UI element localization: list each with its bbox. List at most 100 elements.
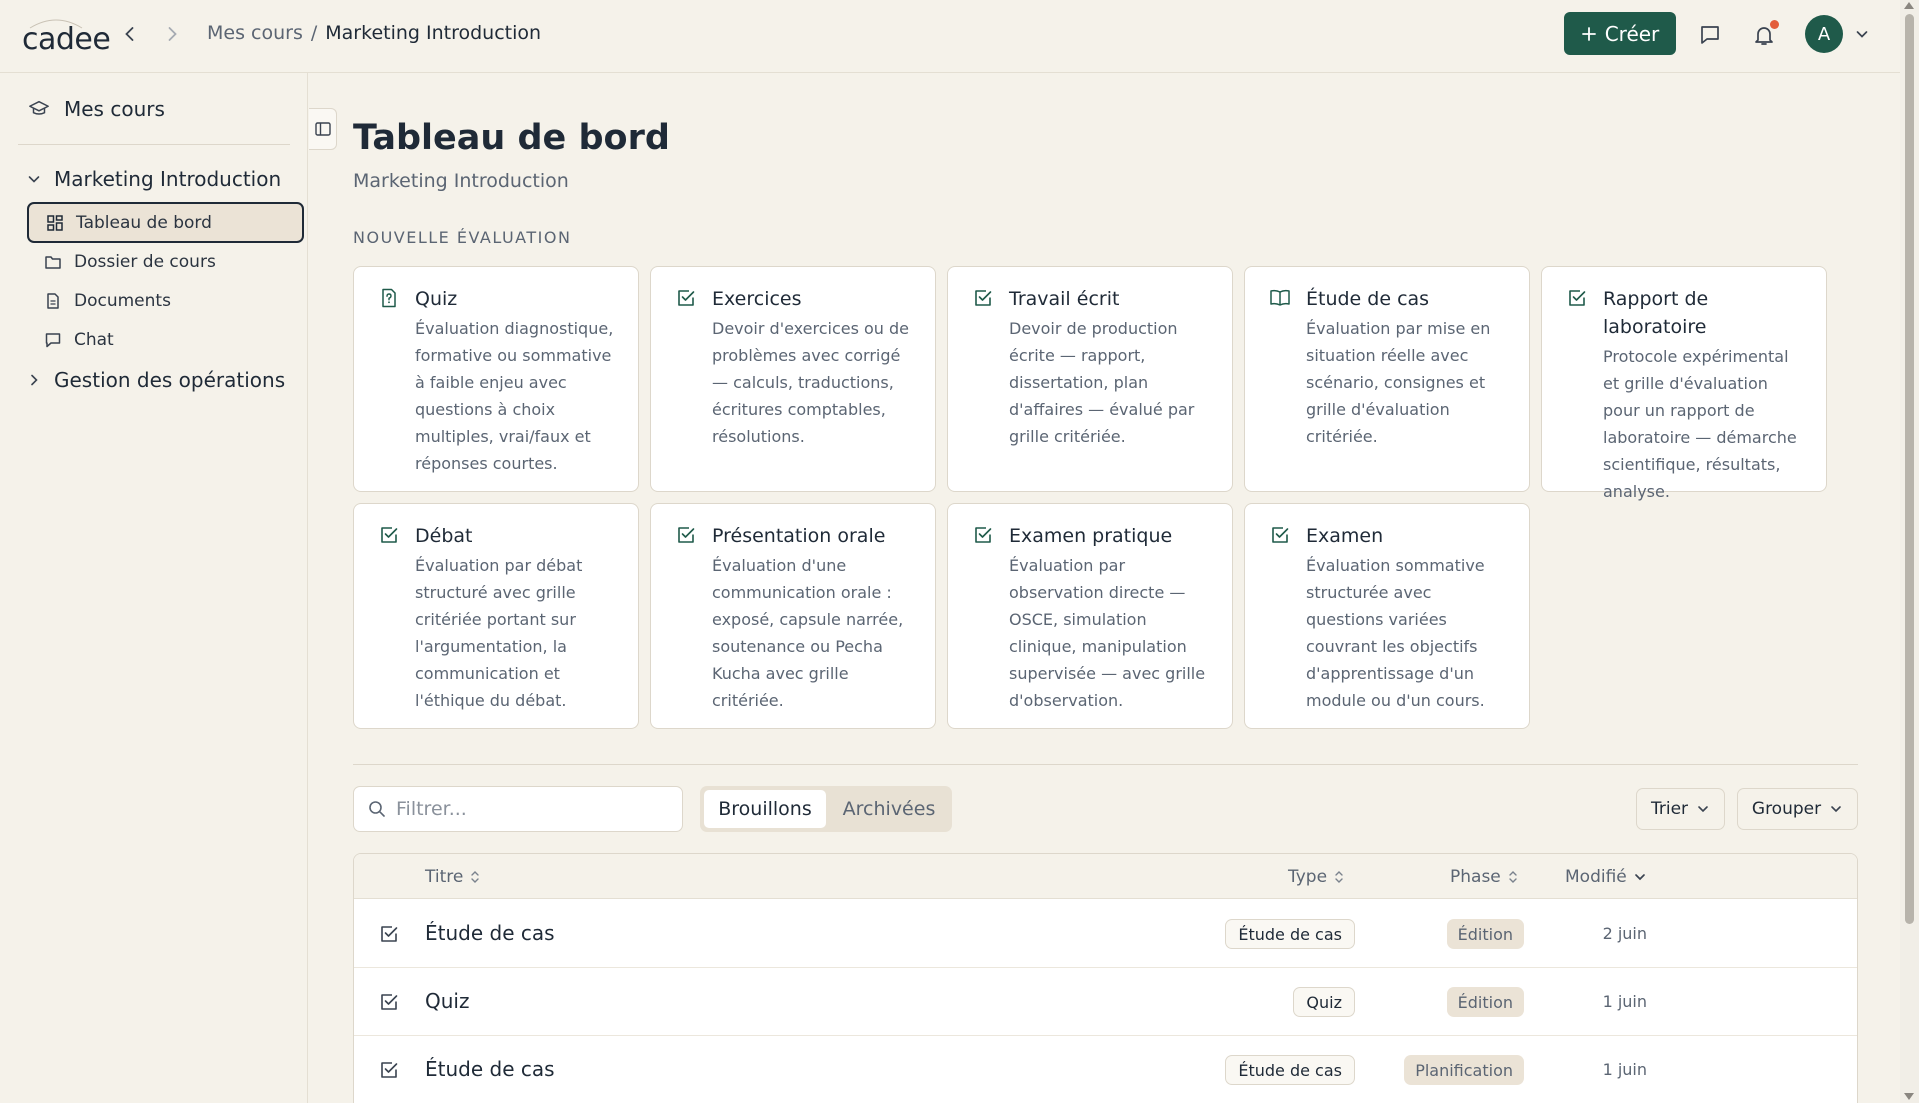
group-button[interactable]: Grouper	[1737, 788, 1858, 830]
checkbox-icon	[675, 524, 697, 546]
graduation-cap-icon	[28, 98, 50, 120]
sidebar-item-course-folder[interactable]: Dossier de cours	[27, 241, 304, 282]
group-button-label: Grouper	[1751, 799, 1822, 819]
forward-arrow-icon[interactable]	[160, 22, 184, 46]
breadcrumb-root[interactable]: Mes cours	[207, 22, 303, 44]
sort-button[interactable]: Trier	[1636, 788, 1725, 830]
tab-drafts[interactable]: Brouillons	[704, 790, 826, 828]
sidebar-group-operations[interactable]: Gestion des opérations	[26, 368, 285, 392]
back-arrow-icon[interactable]	[118, 22, 142, 46]
column-header-type[interactable]: Type	[1288, 867, 1345, 887]
checkbox-icon	[972, 287, 994, 309]
sort-updown-icon	[1507, 869, 1519, 885]
type-badge: Étude de cas	[1225, 1055, 1355, 1085]
sidebar-toggle-icon	[314, 120, 332, 138]
evaluation-card-lab-report[interactable]: Rapport de laboratoire Protocole expérim…	[1541, 266, 1827, 501]
chat-icon	[44, 331, 62, 349]
draft-archive-toggle: Brouillons Archivées	[700, 786, 952, 832]
create-button-label: Créer	[1604, 21, 1660, 46]
card-title: Présentation orale	[712, 525, 886, 547]
create-button[interactable]: Créer	[1564, 12, 1676, 55]
evaluation-card-case-study[interactable]: Étude de cas Évaluation par mise en situ…	[1244, 266, 1530, 492]
row-title: Étude de cas	[425, 921, 555, 945]
checkbox-icon	[378, 923, 400, 945]
table-header: Titre Type Phase Modifié	[354, 854, 1857, 899]
sidebar-my-courses[interactable]: Mes cours	[28, 97, 165, 121]
card-description: Évaluation diagnostique, formative ou so…	[415, 319, 614, 473]
sidebar-item-chat[interactable]: Chat	[27, 319, 304, 360]
sort-updown-icon	[469, 869, 481, 885]
sidebar: Mes cours Marketing Introduction Tableau…	[0, 73, 308, 1103]
table-row[interactable]: Étude de cas Étude de cas Édition 2 juin	[354, 900, 1857, 968]
card-description: Évaluation par mise en situation réelle …	[1306, 319, 1491, 446]
card-title: Travail écrit	[1009, 288, 1120, 310]
filter-input[interactable]	[396, 798, 666, 820]
evaluation-card-exam[interactable]: Examen Évaluation sommative structurée a…	[1244, 503, 1530, 729]
breadcrumb-current: Marketing Introduction	[325, 22, 542, 44]
messages-icon[interactable]	[1697, 22, 1723, 48]
sort-updown-icon	[1333, 869, 1345, 885]
scrollbar-thumb[interactable]	[1905, 14, 1914, 924]
row-title: Étude de cas	[425, 1057, 555, 1081]
sidebar-item-label: Dossier de cours	[74, 251, 216, 272]
row-title: Quiz	[425, 989, 470, 1013]
evaluation-card-exercises[interactable]: Exercices Devoir d'exercices ou de probl…	[650, 266, 936, 492]
section-label-new-evaluation: NOUVELLE ÉVALUATION	[353, 228, 572, 247]
evaluations-table: Titre Type Phase Modifié Étude de cas Ét…	[353, 853, 1858, 1103]
section-divider	[353, 764, 1858, 765]
card-description: Évaluation d'une communication orale : e…	[712, 556, 904, 710]
column-header-label: Titre	[425, 867, 464, 887]
checkbox-icon	[1269, 524, 1291, 546]
table-row[interactable]: Étude de cas Étude de cas Planification …	[354, 1036, 1857, 1103]
column-header-modified[interactable]: Modifié	[1565, 867, 1647, 887]
scroll-up-arrow[interactable]	[1904, 2, 1914, 9]
sidebar-item-label: Documents	[74, 290, 171, 311]
filter-field[interactable]	[353, 786, 683, 832]
search-icon	[368, 800, 386, 818]
sort-button-label: Trier	[1650, 799, 1689, 819]
modified-date: 1 juin	[1602, 1060, 1647, 1079]
card-title: Quiz	[415, 288, 458, 310]
sidebar-item-label: Tableau de bord	[76, 212, 212, 233]
evaluation-card-practical-exam[interactable]: Examen pratique Évaluation par observati…	[947, 503, 1233, 729]
sidebar-item-dashboard[interactable]: Tableau de bord	[27, 202, 304, 243]
quiz-icon	[378, 287, 400, 309]
chevron-down-icon	[1633, 870, 1647, 884]
chevron-down-icon[interactable]	[1853, 25, 1871, 43]
page-title: Tableau de bord	[353, 118, 670, 158]
folder-icon	[44, 253, 62, 271]
sidebar-collapse-button[interactable]	[309, 108, 337, 150]
evaluation-card-oral-presentation[interactable]: Présentation orale Évaluation d'une comm…	[650, 503, 936, 729]
evaluation-card-written-work[interactable]: Travail écrit Devoir de production écrit…	[947, 266, 1233, 492]
sidebar-item-documents[interactable]: Documents	[27, 280, 304, 321]
sidebar-course-toggle[interactable]: Marketing Introduction	[26, 167, 281, 191]
checkbox-icon	[972, 524, 994, 546]
breadcrumb-separator: /	[310, 22, 318, 44]
app-logo[interactable]: cadee	[22, 22, 111, 57]
checkbox-icon	[378, 991, 400, 1013]
book-icon	[1269, 287, 1291, 309]
tab-archived[interactable]: Archivées	[830, 790, 948, 828]
type-badge: Quiz	[1293, 987, 1355, 1017]
column-header-phase[interactable]: Phase	[1450, 867, 1519, 887]
column-header-label: Modifié	[1565, 867, 1627, 887]
plus-icon	[1581, 26, 1597, 42]
sidebar-group-label: Gestion des opérations	[54, 368, 286, 392]
avatar[interactable]: A	[1805, 15, 1843, 53]
evaluation-card-quiz[interactable]: Quiz Évaluation diagnostique, formative …	[353, 266, 639, 492]
chevron-right-icon	[26, 372, 42, 388]
document-icon	[44, 292, 62, 310]
column-header-title[interactable]: Titre	[425, 867, 481, 887]
phase-badge: Édition	[1446, 987, 1524, 1017]
evaluation-card-debate[interactable]: Débat Évaluation par débat structuré ave…	[353, 503, 639, 729]
chevron-down-icon	[1696, 802, 1710, 816]
sidebar-item-label: Chat	[74, 329, 114, 350]
table-row[interactable]: Quiz Quiz Édition 1 juin	[354, 968, 1857, 1036]
checkbox-icon	[675, 287, 697, 309]
card-title: Exercices	[712, 288, 802, 310]
card-description: Évaluation par observation directe — OSC…	[1009, 556, 1206, 710]
card-description: Protocole expérimental et grille d'évalu…	[1603, 347, 1797, 501]
sidebar-course-label: Marketing Introduction	[54, 167, 282, 191]
breadcrumb: Mes cours / Marketing Introduction	[207, 22, 541, 44]
scroll-down-arrow[interactable]	[1904, 1093, 1914, 1100]
